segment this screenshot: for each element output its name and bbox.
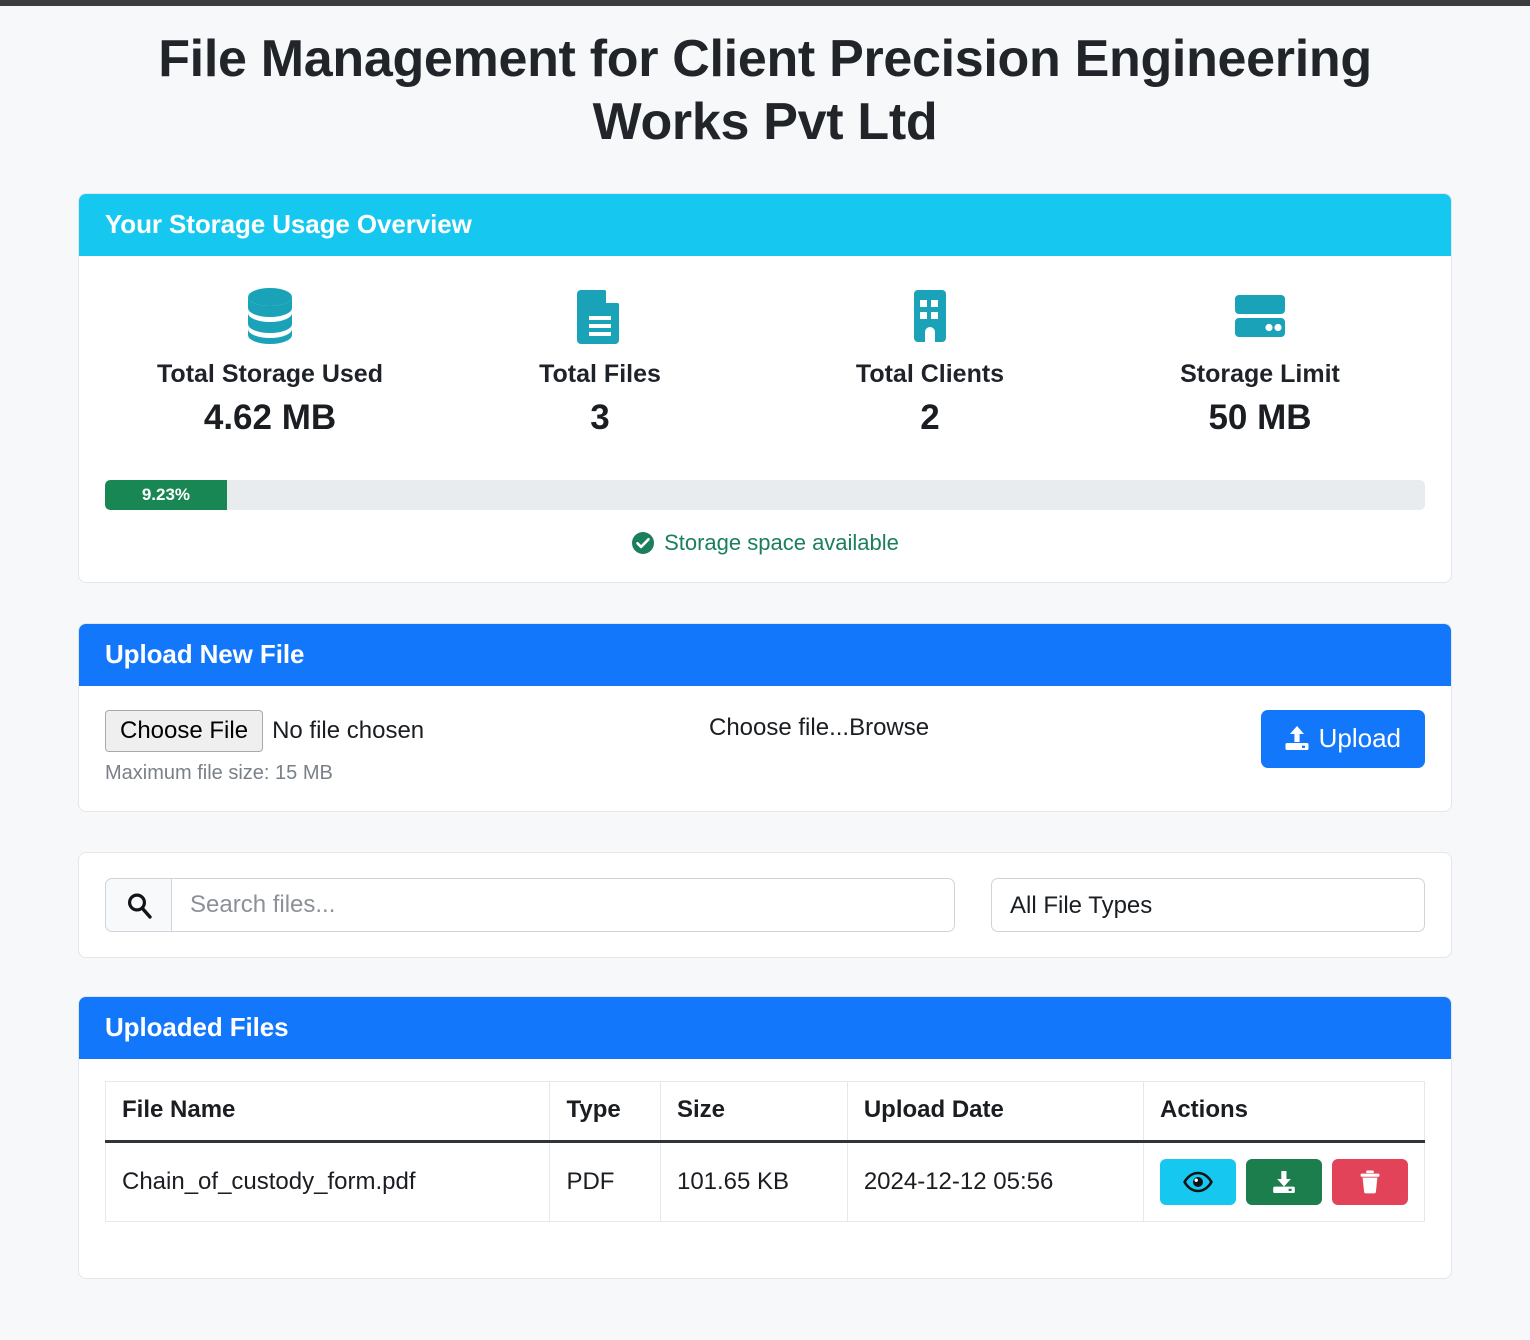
storage-status-text: Storage space available xyxy=(664,529,899,555)
files-table: File Name Type Size Upload Date Actions … xyxy=(104,1081,1425,1223)
files-card-header: Uploaded Files xyxy=(79,997,1451,1060)
download-icon xyxy=(1270,1169,1298,1195)
storage-card-body: Total Storage Used 4.62 MB Total Files 3… xyxy=(79,256,1451,582)
hard-drive-icon xyxy=(1095,286,1425,346)
storage-status-note: Storage space available xyxy=(105,530,1425,556)
max-file-size-note: Maximum file size: 15 MB xyxy=(105,762,333,785)
table-row: Chain_of_custody_form.pdf PDF 101.65 KB … xyxy=(104,1141,1425,1223)
search-group xyxy=(105,878,955,933)
files-table-wrap: File Name Type Size Upload Date Actions … xyxy=(79,1059,1451,1278)
upload-button-label: Upload xyxy=(1318,722,1401,753)
storage-usage-card: Your Storage Usage Overview Total Storag… xyxy=(78,192,1452,583)
upload-row: Choose File No file chosen Maximum file … xyxy=(105,709,1425,785)
file-input[interactable]: Choose File No file chosen xyxy=(105,709,605,753)
download-file-button[interactable] xyxy=(1246,1159,1322,1206)
file-type-select[interactable]: All File Types xyxy=(991,878,1425,933)
cell-file-type: PDF xyxy=(549,1141,661,1223)
upload-button[interactable]: Upload xyxy=(1260,709,1425,768)
delete-file-button[interactable] xyxy=(1332,1159,1408,1206)
choose-file-button[interactable]: Choose File xyxy=(105,709,264,753)
files-table-body: Chain_of_custody_form.pdf PDF 101.65 KB … xyxy=(104,1141,1425,1223)
trash-icon xyxy=(1358,1169,1382,1195)
page-root: File Management for Client Precision Eng… xyxy=(0,6,1530,1340)
check-circle-icon xyxy=(631,531,655,555)
upload-card-header: Upload New File xyxy=(79,623,1451,686)
stat-storage-limit: Storage Limit 50 MB xyxy=(1095,286,1425,438)
storage-card-header: Your Storage Usage Overview xyxy=(79,193,1451,256)
stat-total-storage-used: Total Storage Used 4.62 MB xyxy=(105,286,435,438)
upload-card-body: Choose File No file chosen Maximum file … xyxy=(79,686,1451,811)
stats-row: Total Storage Used 4.62 MB Total Files 3… xyxy=(105,280,1425,438)
page-title: File Management for Client Precision Eng… xyxy=(158,30,1372,152)
upload-file-card: Upload New File Choose File No file chos… xyxy=(78,622,1452,813)
file-input-group: Choose File No file chosen Maximum file … xyxy=(105,709,605,785)
column-header-actions: Actions xyxy=(1143,1081,1425,1144)
cell-actions xyxy=(1143,1141,1425,1223)
content-container: File Management for Client Precision Eng… xyxy=(78,6,1452,1280)
files-table-head: File Name Type Size Upload Date Actions xyxy=(104,1081,1425,1144)
column-header-type: Type xyxy=(549,1081,661,1144)
stat-label: Storage Limit xyxy=(1180,359,1340,388)
file-input-status: No file chosen xyxy=(272,717,425,744)
filter-card: All File Types xyxy=(78,852,1452,959)
column-header-size: Size xyxy=(659,1081,848,1144)
cell-upload-date: 2024-12-12 05:56 xyxy=(846,1141,1145,1223)
search-icon xyxy=(105,878,171,933)
stat-value: 2 xyxy=(920,397,940,437)
database-icon xyxy=(105,286,435,346)
column-header-file-name: File Name xyxy=(104,1081,551,1144)
search-input[interactable] xyxy=(171,878,955,933)
stat-total-files: Total Files 3 xyxy=(435,286,765,438)
row-actions xyxy=(1160,1159,1408,1206)
cell-file-size: 101.65 KB xyxy=(659,1141,848,1223)
storage-progress-wrap: 9.23% Storage space available xyxy=(105,438,1425,556)
upload-icon xyxy=(1283,724,1311,752)
storage-progress-track: 9.23% xyxy=(105,479,1425,510)
table-header-row: File Name Type Size Upload Date Actions xyxy=(104,1081,1425,1144)
stat-label: Total Clients xyxy=(855,359,1005,388)
stat-label: Total Storage Used xyxy=(157,359,383,388)
uploaded-files-card: Uploaded Files File Name Type Size Uploa… xyxy=(78,996,1452,1280)
cell-file-name: Chain_of_custody_form.pdf xyxy=(104,1141,551,1223)
browse-label: Choose file...Browse xyxy=(709,713,930,741)
column-header-upload-date: Upload Date xyxy=(846,1081,1145,1144)
stat-value: 3 xyxy=(590,397,610,437)
building-icon xyxy=(765,286,1095,346)
view-file-button[interactable] xyxy=(1160,1159,1236,1206)
stat-label: Total Files xyxy=(539,359,661,388)
stat-total-clients: Total Clients 2 xyxy=(765,286,1095,438)
stat-value: 50 MB xyxy=(1208,397,1312,437)
file-document-icon xyxy=(435,286,765,346)
storage-progress-bar: 9.23% xyxy=(105,479,227,510)
eye-icon xyxy=(1183,1171,1213,1193)
stat-value: 4.62 MB xyxy=(203,397,337,437)
